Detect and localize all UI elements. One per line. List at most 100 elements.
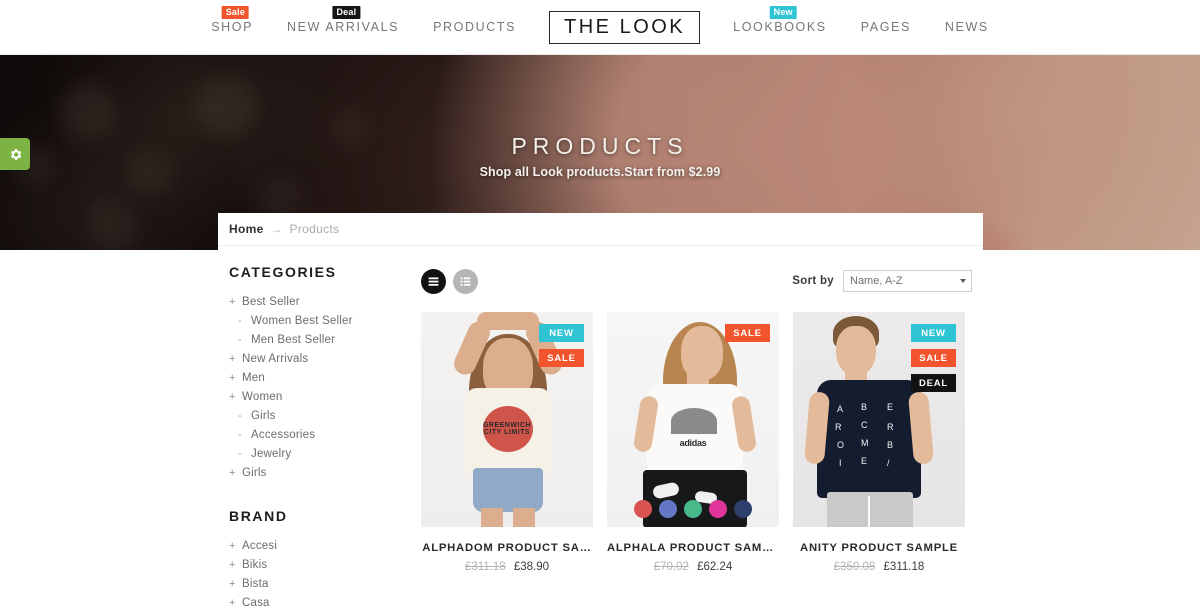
product-badges: NEW SALE DEAL — [911, 324, 956, 392]
price-original: £311.18 — [464, 561, 506, 573]
products-section: Sort by Name, A-Z GREENWICH CITY LIMITS … — [408, 264, 983, 613]
content-body: CATEGORIES + Best Seller - Women Best Se… — [218, 246, 983, 613]
collapse-minus-icon: - — [238, 448, 242, 460]
hero-title: PRODUCTS — [511, 133, 689, 159]
expand-plus-icon: + — [229, 353, 236, 365]
product-grid: GREENWICH CITY LIMITS NEW SALE ALPHADOM P… — [421, 312, 972, 573]
sidebar-label: Casa — [242, 597, 270, 609]
collapse-minus-icon: - — [238, 334, 242, 346]
sidebar-item-women-best-seller[interactable]: - Women Best Seller — [229, 312, 408, 331]
sidebar-item-best-seller[interactable]: + Best Seller — [229, 293, 408, 312]
brand-list: + Accesi + Bikis + Bista + Casa — [229, 537, 408, 613]
nav-item-shop[interactable]: Sale SHOP — [194, 6, 270, 34]
sidebar-label: Girls — [242, 467, 267, 479]
price-current: £38.90 — [513, 561, 550, 573]
settings-tab-button[interactable] — [0, 138, 30, 170]
collapse-minus-icon: - — [238, 315, 242, 327]
sidebar-item-men-best-seller[interactable]: - Men Best Seller — [229, 331, 408, 350]
sort-select-shell: Name, A-Z — [843, 270, 972, 292]
nav-label-products: PRODUCTS — [433, 20, 517, 34]
product-card[interactable]: A B E R C R O M B I E / NEW SALE DEAL AN… — [793, 312, 965, 573]
nav-label-news: NEWS — [944, 20, 989, 34]
nav-label-pages: PAGES — [860, 20, 911, 34]
color-swatches — [634, 500, 752, 518]
badge-new: NEW — [911, 324, 956, 342]
list-view-button[interactable] — [453, 268, 478, 294]
sidebar-item-girls[interactable]: + Girls — [229, 464, 408, 483]
sidebar-item-casa[interactable]: + Casa — [229, 594, 408, 613]
sidebar-item-accessories[interactable]: - Accessories — [229, 426, 408, 445]
expand-plus-icon: + — [229, 372, 236, 384]
sidebar-label: Best Seller — [242, 296, 300, 308]
sidebar-label: Women Best Seller — [251, 315, 353, 327]
nav-badge-deal: Deal — [332, 6, 361, 19]
nav-item-pages[interactable]: PAGES — [844, 20, 928, 34]
brand-heading: BRAND — [229, 508, 288, 524]
breadcrumb-home-link[interactable]: Home — [229, 222, 264, 236]
nav-item-products[interactable]: PRODUCTS — [416, 20, 533, 34]
hero-subtitle: Shop all Look products.Start from $2.99 — [479, 165, 721, 179]
sidebar-label: Accesi — [242, 540, 278, 552]
price-original: £70.02 — [653, 561, 689, 573]
sort-by-label: Sort by — [792, 275, 834, 287]
site-logo-text: THE LOOK — [564, 15, 686, 38]
product-image[interactable]: adidas SALE — [607, 312, 779, 527]
sidebar: CATEGORIES + Best Seller - Women Best Se… — [218, 264, 408, 613]
expand-plus-icon: + — [229, 391, 236, 403]
expand-plus-icon: + — [229, 597, 236, 609]
nav-badge-new: New — [769, 6, 797, 19]
product-image[interactable]: GREENWICH CITY LIMITS NEW SALE — [421, 312, 593, 527]
sidebar-item-accesi[interactable]: + Accesi — [229, 537, 408, 556]
view-toggle-group — [421, 268, 478, 294]
sidebar-item-girls-sub[interactable]: - Girls — [229, 407, 408, 426]
nav-label-shop: SHOP — [211, 20, 254, 34]
product-card[interactable]: adidas SALE ALPHALA PRODUCT SAMP… £70.02… — [607, 312, 779, 573]
sort-select[interactable]: Name, A-Z — [843, 270, 972, 292]
nav-badge-sale: Sale — [221, 6, 250, 19]
product-title: ALPHADOM PRODUCT SA… — [422, 542, 592, 554]
badge-deal: DEAL — [911, 374, 956, 392]
sidebar-label: Men Best Seller — [251, 334, 336, 346]
product-card[interactable]: GREENWICH CITY LIMITS NEW SALE ALPHADOM P… — [421, 312, 593, 573]
hero-caption: PRODUCTS Shop all Look products.Start fr… — [0, 133, 1200, 179]
list-view-icon — [460, 276, 471, 286]
color-swatch[interactable] — [634, 500, 652, 518]
sidebar-item-women[interactable]: + Women — [229, 388, 408, 407]
product-photo-2: adidas — [607, 312, 779, 527]
color-swatch[interactable] — [734, 500, 752, 518]
product-prices: £350.08 £311.18 — [793, 561, 965, 573]
badge-sale: SALE — [725, 324, 770, 342]
expand-plus-icon: + — [229, 540, 236, 552]
sidebar-item-jewelry[interactable]: - Jewelry — [229, 445, 408, 464]
sidebar-label: New Arrivals — [242, 353, 309, 365]
nav-item-lookbooks[interactable]: New LOOKBOOKS — [716, 6, 844, 34]
products-toolbar: Sort by Name, A-Z — [421, 264, 972, 298]
nav-item-new-arrivals[interactable]: Deal NEW ARRIVALS — [270, 6, 416, 34]
sidebar-item-new-arrivals[interactable]: + New Arrivals — [229, 350, 408, 369]
color-swatch[interactable] — [659, 500, 677, 518]
badge-new: NEW — [539, 324, 584, 342]
grid-view-button[interactable] — [421, 268, 446, 294]
sidebar-item-men[interactable]: + Men — [229, 369, 408, 388]
price-original: £350.08 — [833, 561, 876, 573]
product-image[interactable]: A B E R C R O M B I E / NEW SALE DEAL — [793, 312, 965, 527]
sidebar-label: Bikis — [242, 559, 268, 571]
categories-heading: CATEGORIES — [229, 264, 337, 280]
sidebar-item-bikis[interactable]: + Bikis — [229, 556, 408, 575]
sidebar-item-bista[interactable]: + Bista — [229, 575, 408, 594]
product-prices: £311.18 £38.90 — [421, 561, 593, 573]
color-swatch[interactable] — [709, 500, 727, 518]
sidebar-label: Jewelry — [251, 448, 292, 460]
site-logo[interactable]: THE LOOK — [549, 10, 701, 44]
breadcrumb-arrow-icon: → — [270, 222, 283, 236]
collapse-minus-icon: - — [238, 410, 242, 422]
price-current: £311.18 — [883, 561, 925, 573]
color-swatch[interactable] — [684, 500, 702, 518]
expand-plus-icon: + — [229, 467, 236, 479]
badge-sale: SALE — [911, 349, 956, 367]
main-content-card: Home → Products CATEGORIES + Best Seller… — [218, 213, 983, 613]
expand-plus-icon: + — [229, 578, 236, 590]
badge-sale: SALE — [539, 349, 584, 367]
breadcrumb: Home → Products — [218, 213, 983, 246]
nav-item-news[interactable]: NEWS — [928, 20, 1006, 34]
